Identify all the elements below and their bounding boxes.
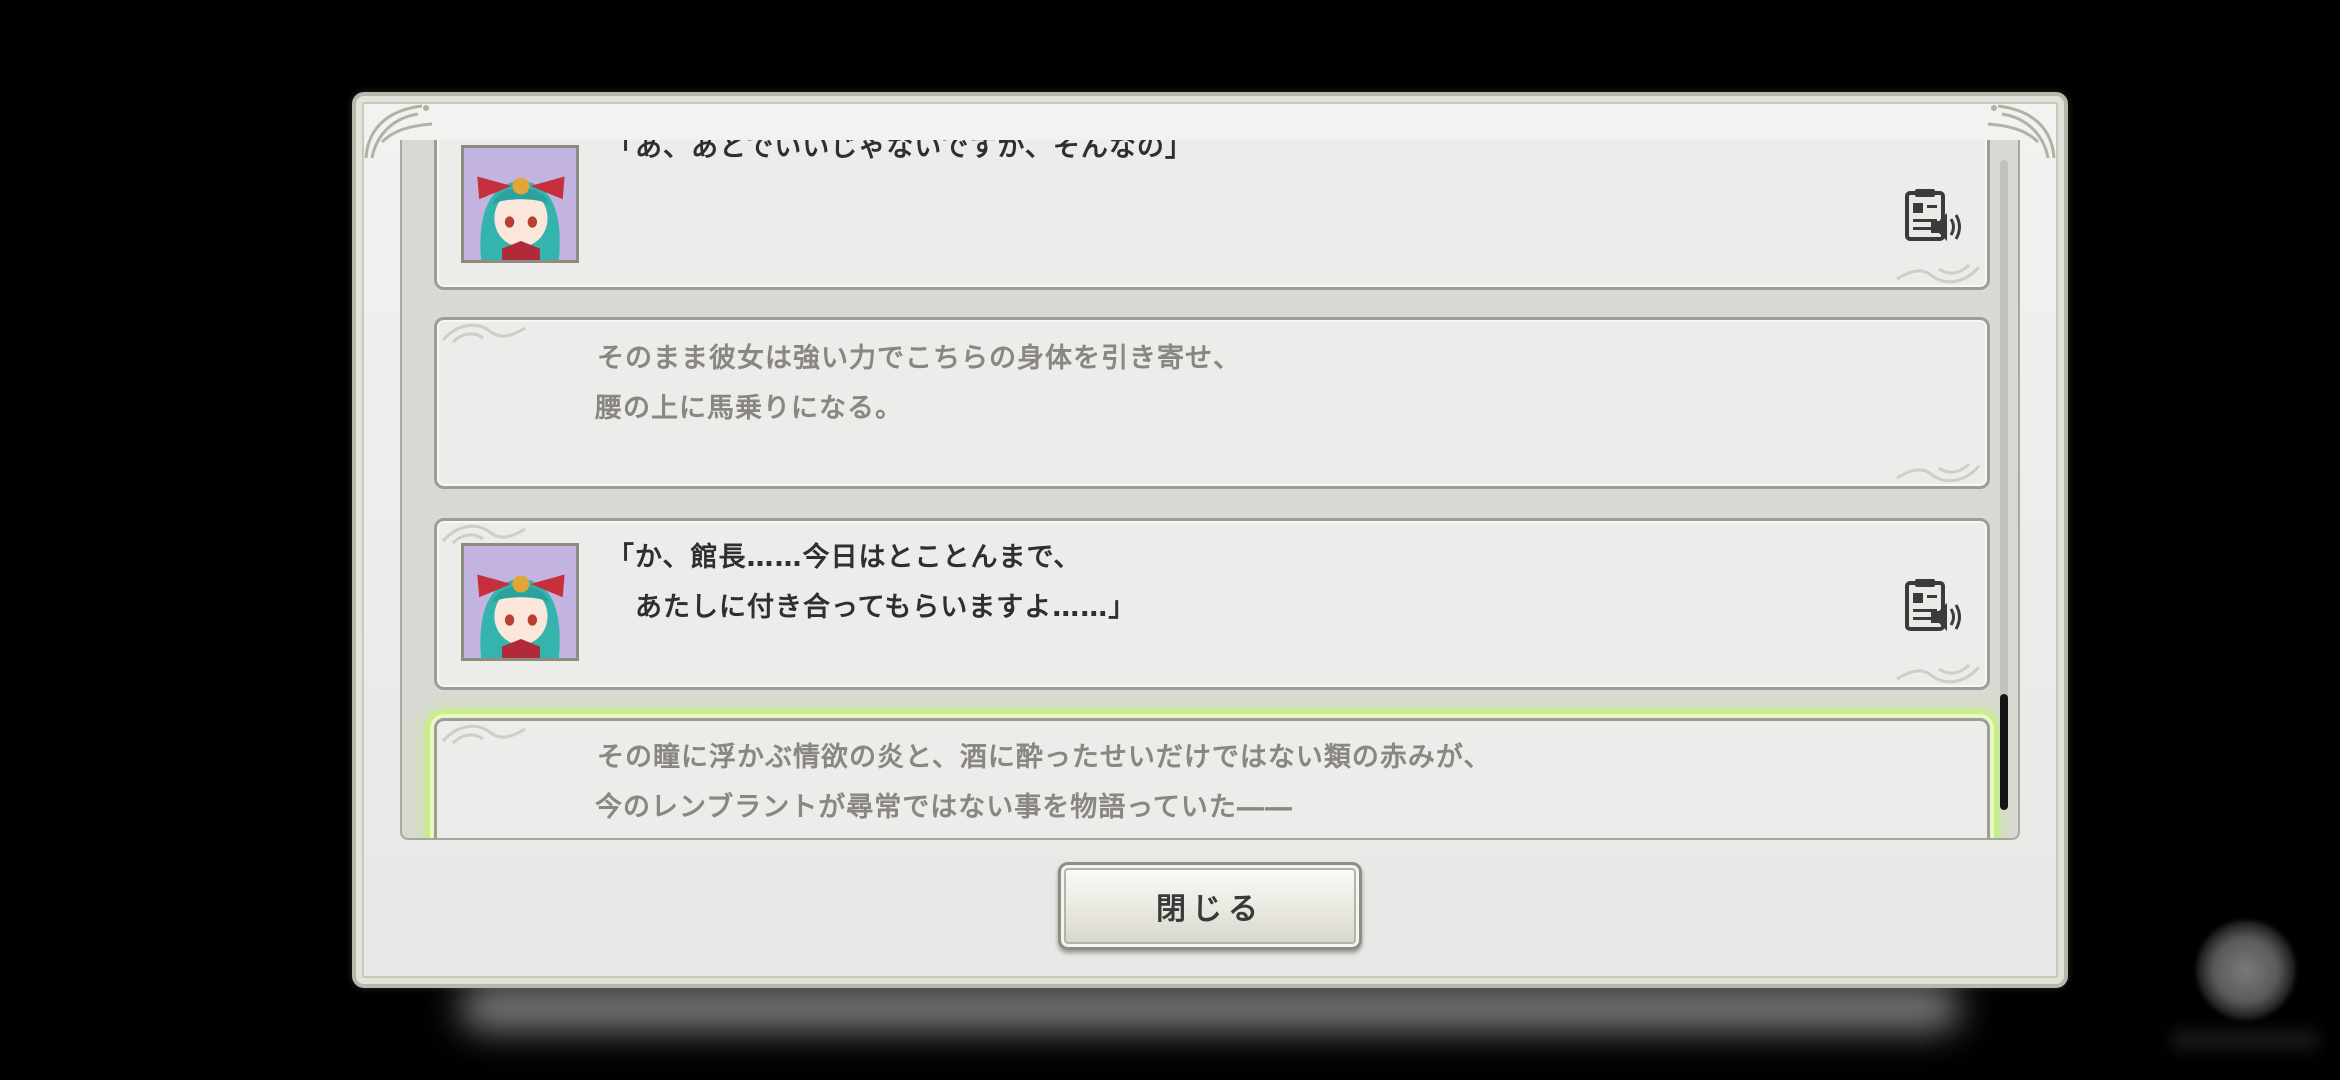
character-portrait — [461, 543, 579, 661]
backlog-scroll-area[interactable]: 「あ、あとでいいじゃないですか、そんなの」 そのまま彼女は強い力でこちらの身体を… — [400, 140, 2020, 840]
flourish-ornament — [1893, 261, 1983, 287]
floating-assistive-ball[interactable] — [2196, 920, 2296, 1020]
scrollbar-thumb[interactable] — [2000, 694, 2008, 810]
flourish-ornament — [439, 320, 529, 346]
speech-line: あたしに付き合ってもらいますよ……」 — [607, 592, 1137, 623]
backlog-entry-narration: そのまま彼女は強い力でこちらの身体を引き寄せ、 腰の上に馬乗りになる。 — [434, 317, 1990, 489]
flourish-ornament — [1893, 460, 1983, 486]
character-portrait — [461, 145, 579, 263]
flourish-ornament — [439, 721, 529, 747]
floating-ball-shadow — [2170, 1030, 2320, 1050]
backlog-entry-speech: 「あ、あとでいいじゃないですか、そんなの」 — [434, 140, 1990, 290]
dialog-shadow — [460, 985, 1960, 1030]
speech-line: 「あ、あとでいいじゃないですか、そんなの」 — [607, 140, 1193, 163]
backlog-entry-narration-current: その瞳に浮かぶ情欲の炎と、酒に酔ったせいだけではない類の赤みが、 今のレンブラン… — [434, 718, 1990, 838]
speech-line: 「か、館長……今日はとことんまで、 — [607, 542, 1082, 573]
backlog-entry-speech: 「か、館長……今日はとことんまで、 あたしに付き合ってもらいますよ……」 — [434, 518, 1990, 690]
game-screen: 「あ、あとでいいじゃないですか、そんなの」 そのまま彼女は強い力でこちらの身体を… — [0, 0, 2340, 1080]
close-button[interactable]: 閉じる — [1058, 862, 1362, 950]
narration-line: そのまま彼女は強い力でこちらの身体を引き寄せ、 — [597, 343, 1241, 374]
narration-line: 今のレンブラントが尋常ではない事を物語っていた―― — [595, 792, 1293, 823]
narration-line: その瞳に浮かぶ情欲の炎と、酒に酔ったせいだけではない類の赤みが、 — [597, 742, 1492, 773]
flourish-ornament — [1893, 661, 1983, 687]
voice-replay-icon[interactable] — [1901, 577, 1965, 637]
narration-line: 腰の上に馬乗りになる。 — [595, 393, 903, 424]
voice-replay-icon[interactable] — [1901, 187, 1965, 247]
scrollbar[interactable] — [2000, 160, 2008, 810]
